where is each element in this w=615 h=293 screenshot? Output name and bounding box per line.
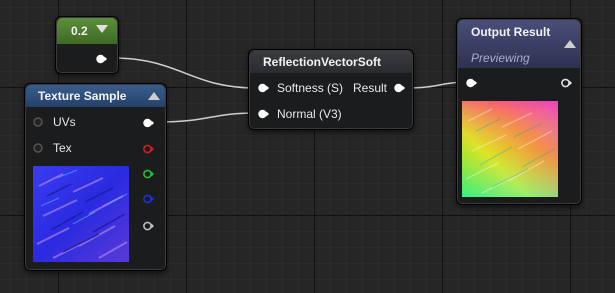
normal-map-preview [33, 166, 129, 262]
reflection-title: ReflectionVectorSoft [263, 55, 382, 69]
wire-uvs-to-normal [156, 112, 257, 123]
output-input-pin[interactable] [466, 78, 477, 88]
texture-sample-title: Texture Sample [38, 89, 127, 103]
blue-output-pin[interactable] [143, 194, 154, 204]
result-label: Result [353, 81, 388, 95]
output-title: Output Result [471, 25, 551, 39]
result-output-pin[interactable] [394, 83, 405, 93]
output-result-node[interactable]: Output Result Previewing [456, 18, 582, 205]
constant-value[interactable]: 0.2 [71, 24, 88, 38]
tex-input-pin[interactable] [33, 143, 44, 153]
normal-label: Normal (V3) [277, 107, 342, 121]
texture-sample-header: Texture Sample [26, 85, 165, 107]
rgb-output-pin[interactable] [143, 118, 154, 128]
softness-input-pin[interactable] [258, 83, 269, 93]
constant-output-pin[interactable] [96, 54, 107, 64]
constant-node[interactable]: 0.2 [55, 16, 119, 74]
reflection-preview [462, 101, 558, 197]
red-output-pin[interactable] [143, 144, 154, 154]
expand-triangle-icon[interactable] [96, 25, 108, 33]
green-output-pin[interactable] [143, 169, 154, 179]
uvs-label: UVs [53, 115, 76, 129]
constant-header: 0.2 [57, 18, 117, 44]
softness-label: Softness (S) [277, 81, 344, 95]
texture-sample-node[interactable]: Texture Sample UVs Tex [24, 83, 167, 271]
previewing-status: Previewing [471, 51, 530, 65]
tex-label: Tex [53, 141, 72, 155]
uvs-input-pin[interactable] [33, 117, 44, 127]
normal-input-pin[interactable] [258, 109, 269, 119]
collapse-triangle-icon[interactable] [148, 92, 160, 100]
reflection-vector-soft-node[interactable]: ReflectionVectorSoft Softness (S) Normal… [248, 49, 414, 130]
alpha-output-pin[interactable] [143, 221, 154, 231]
output-preview-pin[interactable] [561, 78, 572, 88]
collapse-triangle-icon[interactable] [564, 40, 576, 48]
reflection-header: ReflectionVectorSoft [250, 51, 412, 73]
output-header: Output Result Previewing [458, 20, 580, 68]
